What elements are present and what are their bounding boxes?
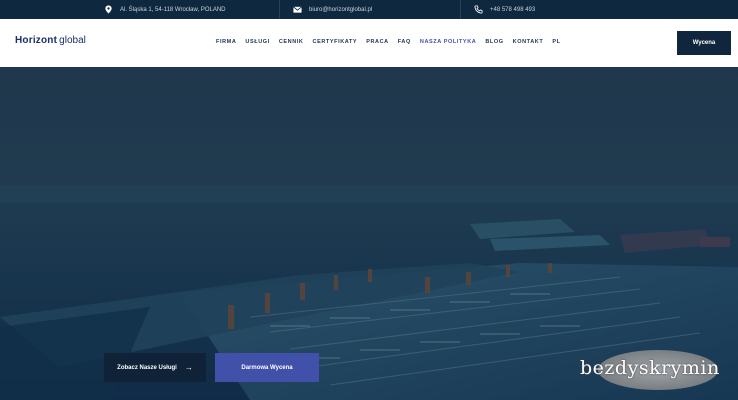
- arrow-right-icon: →: [184, 363, 193, 372]
- nav-item-praca[interactable]: PRACA: [366, 39, 389, 45]
- email-cell[interactable]: biuro@horizontglobal.pl: [280, 0, 461, 19]
- logo-light-text: global: [59, 35, 86, 46]
- watermark: bezdyskrymin: [578, 350, 738, 390]
- address-cell: Al. Śląska 1, 54-118 Wrocław, POLAND: [0, 0, 280, 19]
- free-quote-button[interactable]: Darmowa Wycena: [215, 353, 319, 382]
- location-pin-icon: [104, 5, 113, 14]
- hero-section: Zobacz Nasze Usługi → Darmowa Wycena bez…: [0, 67, 738, 400]
- nav-item-cennik[interactable]: CENNIK: [279, 39, 304, 45]
- main-nav: FIRMA USŁUGI CENNIK CERTYFIKATY PRACA FA…: [216, 39, 570, 45]
- nav-item-nasza-polityka[interactable]: NASZA POLITYKA: [420, 39, 476, 45]
- language-switcher[interactable]: PL: [552, 39, 560, 45]
- phone-link[interactable]: +48 578 498 493: [490, 7, 535, 13]
- see-services-label: Zobacz Nasze Usługi: [117, 364, 177, 371]
- site-header: Horizont global FIRMA USŁUGI CENNIK CERT…: [0, 19, 738, 67]
- envelope-icon: [293, 5, 302, 14]
- wycena-button[interactable]: Wycena: [677, 31, 731, 55]
- nav-item-certyfikaty[interactable]: CERTYFIKATY: [313, 39, 358, 45]
- nav-item-uslugi[interactable]: USŁUGI: [245, 39, 269, 45]
- free-quote-label: Darmowa Wycena: [241, 364, 293, 371]
- nav-item-firma[interactable]: FIRMA: [216, 39, 236, 45]
- email-link[interactable]: biuro@horizontglobal.pl: [309, 7, 372, 13]
- phone-cell[interactable]: +48 578 498 493: [461, 0, 738, 19]
- top-info-bar: Al. Śląska 1, 54-118 Wrocław, POLAND biu…: [0, 0, 738, 19]
- logo-bold-text: Horizont: [15, 35, 58, 46]
- see-services-button[interactable]: Zobacz Nasze Usługi →: [104, 353, 206, 382]
- nav-item-blog[interactable]: BLOG: [485, 39, 503, 45]
- watermark-text: bezdyskrymin: [580, 357, 720, 379]
- address-text: Al. Śląska 1, 54-118 Wrocław, POLAND: [120, 6, 226, 13]
- phone-icon: [474, 5, 483, 14]
- nav-item-kontakt[interactable]: KONTAKT: [513, 39, 544, 45]
- site-logo[interactable]: Horizont global: [15, 35, 86, 46]
- nav-item-faq[interactable]: FAQ: [398, 39, 411, 45]
